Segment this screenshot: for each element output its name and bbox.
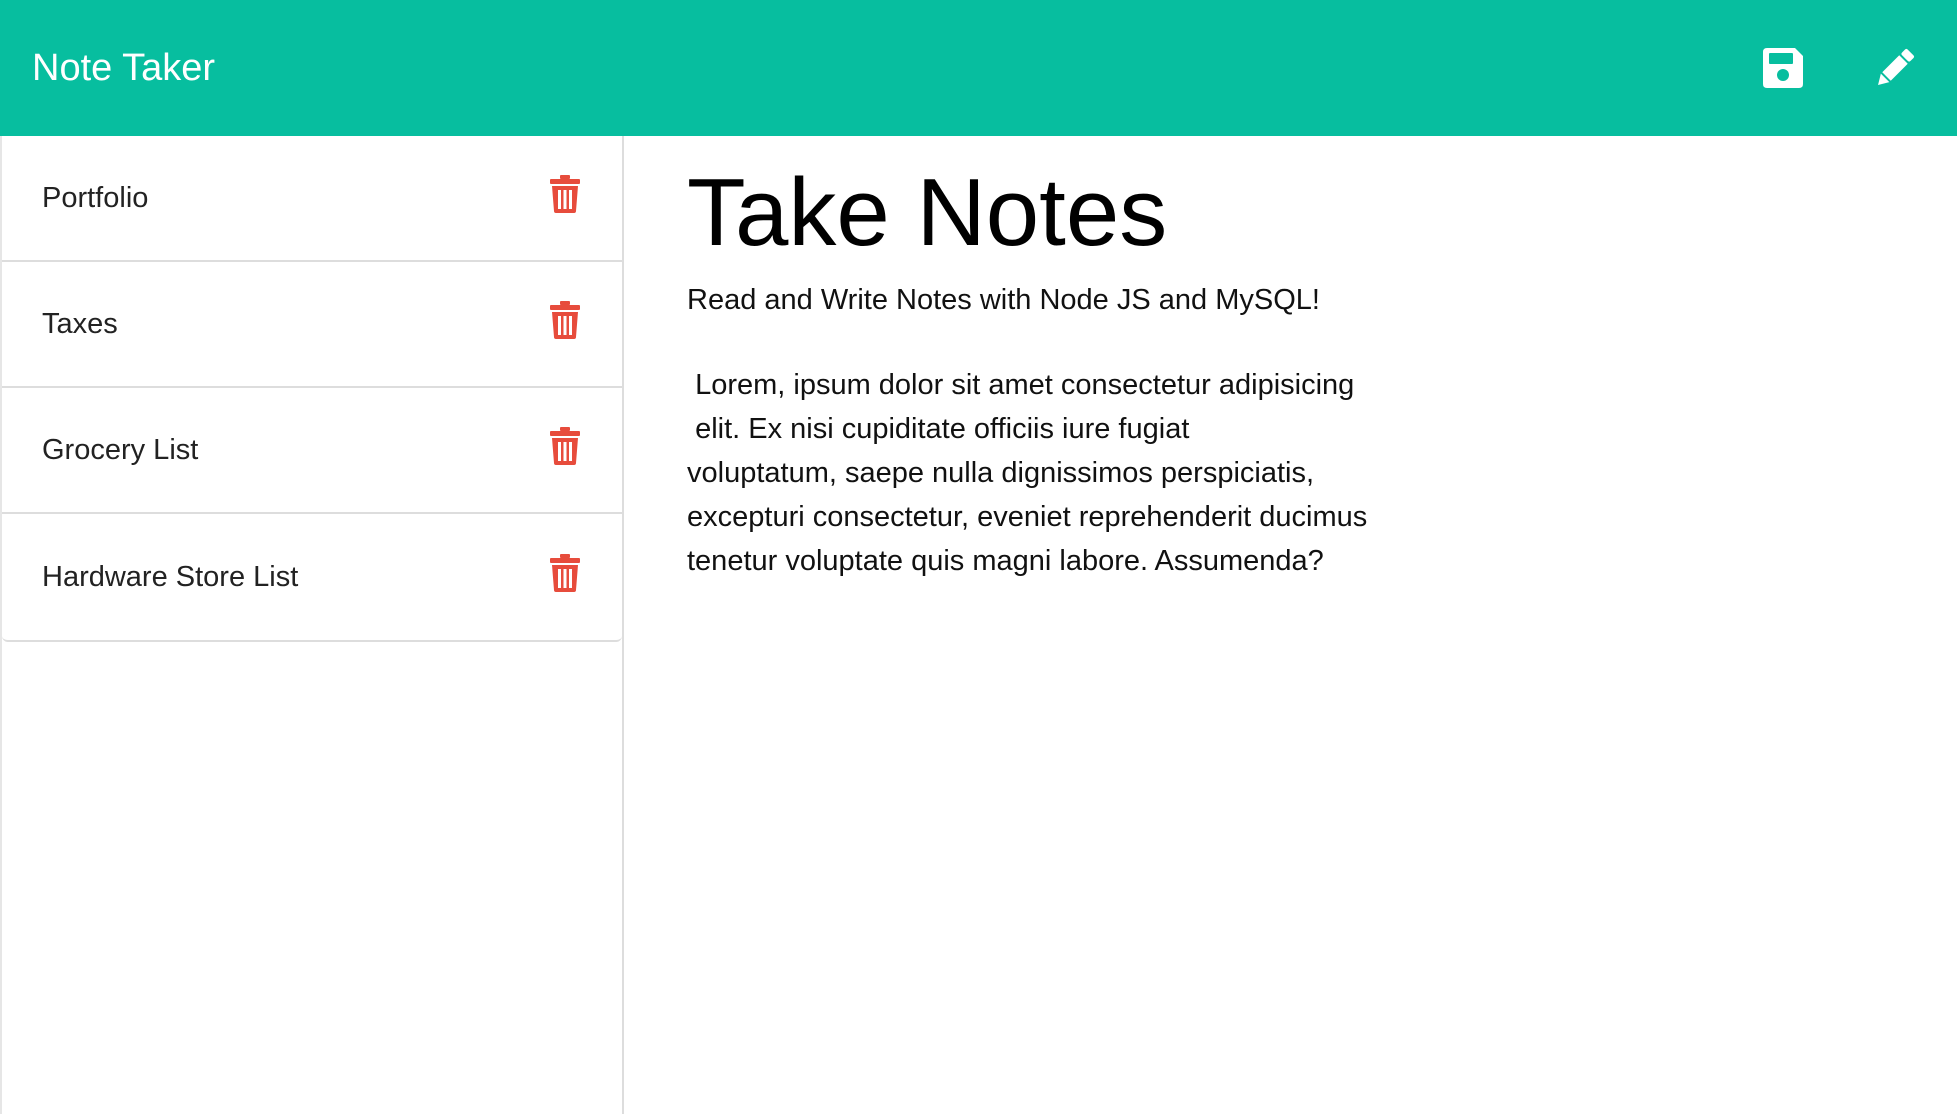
delete-note-button[interactable] [548,426,582,466]
note-title[interactable]: Taxes [42,308,118,341]
delete-note-button[interactable] [548,300,582,340]
save-note-button[interactable] [1755,40,1811,96]
trash-icon [550,427,580,465]
note-subtitle[interactable]: Read and Write Notes with Node JS and My… [687,284,1927,317]
toolbar [1755,40,1923,96]
list-item[interactable]: Taxes [2,262,622,388]
trash-icon [550,175,580,213]
pencil-icon [1878,49,1914,85]
trash-icon [550,554,580,592]
note-title[interactable]: Grocery List [42,434,198,467]
note-list: Portfolio Taxes Grocery List Hardware St… [2,136,622,642]
note-textarea[interactable]: Lorem, ipsum dolor sit amet consectetur … [687,363,1407,583]
new-note-button[interactable] [1867,40,1923,96]
list-item[interactable]: Hardware Store List [2,514,622,640]
notes-sidebar: Portfolio Taxes Grocery List Hardware St… [0,136,624,1114]
navbar: Note Taker [0,0,1957,136]
delete-note-button[interactable] [548,553,582,593]
app-title[interactable]: Note Taker [32,47,215,90]
trash-icon [550,301,580,339]
note-editor: Take Notes Read and Write Notes with Nod… [687,136,1927,583]
note-heading[interactable]: Take Notes [687,160,1927,266]
note-title[interactable]: Hardware Store List [42,561,298,594]
list-item[interactable]: Grocery List [2,388,622,514]
delete-note-button[interactable] [548,174,582,214]
floppy-disk-icon [1763,48,1803,88]
note-title[interactable]: Portfolio [42,182,148,215]
list-item[interactable]: Portfolio [2,136,622,262]
